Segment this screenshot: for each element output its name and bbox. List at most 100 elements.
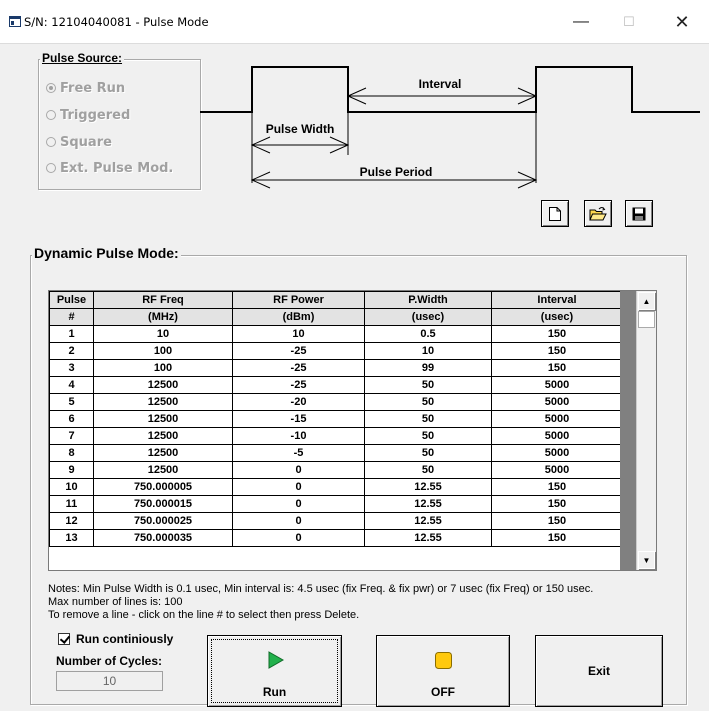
cell-p-width[interactable]: 50: [364, 461, 492, 479]
radio-square[interactable]: Square: [46, 135, 112, 150]
cell-interval[interactable]: 150: [491, 359, 623, 377]
cell-interval[interactable]: 150: [491, 342, 623, 360]
run-label: Run: [262, 685, 287, 699]
pulse-table[interactable]: Pulse RF Freq RF Power P.Width Interval …: [48, 290, 657, 571]
cell-p-width[interactable]: 50: [364, 444, 492, 462]
cell-interval[interactable]: 5000: [491, 376, 623, 394]
cell-rf-power[interactable]: -25: [232, 376, 365, 394]
grid-empty-area: [620, 291, 636, 570]
cell-rf-power[interactable]: -5: [232, 444, 365, 462]
cell-p-width[interactable]: 50: [364, 376, 492, 394]
cell-pulse-number[interactable]: 1: [49, 325, 94, 343]
cell-rf-power[interactable]: 0: [232, 495, 365, 513]
cell-interval[interactable]: 5000: [491, 393, 623, 411]
cell-interval[interactable]: 5000: [491, 410, 623, 428]
table-row[interactable]: 8 12500 -5 50 5000: [49, 444, 623, 462]
cell-rf-freq[interactable]: 750.000025: [93, 512, 233, 530]
vertical-scrollbar[interactable]: ▲ ▼: [636, 291, 656, 570]
table-row[interactable]: 9 12500 0 50 5000: [49, 461, 623, 479]
radio-free-run[interactable]: Free Run: [46, 81, 125, 96]
cell-rf-freq[interactable]: 12500: [93, 427, 233, 445]
scroll-thumb[interactable]: [638, 311, 655, 328]
table-row[interactable]: 2 100 -25 10 150: [49, 342, 623, 360]
cell-rf-freq[interactable]: 12500: [93, 376, 233, 394]
cell-pulse-number[interactable]: 10: [49, 478, 94, 496]
cell-pulse-number[interactable]: 9: [49, 461, 94, 479]
cell-rf-power[interactable]: -25: [232, 359, 365, 377]
cell-interval[interactable]: 150: [491, 512, 623, 530]
cell-rf-freq[interactable]: 12500: [93, 461, 233, 479]
cell-pulse-number[interactable]: 7: [49, 427, 94, 445]
table-row[interactable]: 7 12500 -10 50 5000: [49, 427, 623, 445]
open-file-button[interactable]: [584, 200, 612, 227]
cell-rf-power[interactable]: -20: [232, 393, 365, 411]
cell-rf-power[interactable]: 0: [232, 478, 365, 496]
cell-p-width[interactable]: 12.55: [364, 529, 492, 547]
cell-pulse-number[interactable]: 6: [49, 410, 94, 428]
cell-p-width[interactable]: 50: [364, 393, 492, 411]
off-button[interactable]: OFF: [376, 635, 510, 707]
cell-pulse-number[interactable]: 2: [49, 342, 94, 360]
cell-p-width[interactable]: 10: [364, 342, 492, 360]
cell-p-width[interactable]: 50: [364, 410, 492, 428]
table-row[interactable]: 6 12500 -15 50 5000: [49, 410, 623, 428]
cell-rf-freq[interactable]: 750.000015: [93, 495, 233, 513]
cell-p-width[interactable]: 99: [364, 359, 492, 377]
cell-rf-freq[interactable]: 100: [93, 342, 233, 360]
cell-rf-freq[interactable]: 12500: [93, 444, 233, 462]
scroll-down-arrow-icon[interactable]: ▼: [638, 551, 655, 569]
cell-rf-power[interactable]: -25: [232, 342, 365, 360]
cell-interval[interactable]: 150: [491, 529, 623, 547]
cell-interval[interactable]: 5000: [491, 427, 623, 445]
cell-rf-power[interactable]: -10: [232, 427, 365, 445]
cell-rf-freq[interactable]: 12500: [93, 393, 233, 411]
cell-interval[interactable]: 150: [491, 325, 623, 343]
cell-pulse-number[interactable]: 4: [49, 376, 94, 394]
cell-rf-freq[interactable]: 10: [93, 325, 233, 343]
minimize-button[interactable]: —: [558, 0, 604, 44]
cell-pulse-number[interactable]: 5: [49, 393, 94, 411]
cell-pulse-number[interactable]: 11: [49, 495, 94, 513]
cell-pulse-number[interactable]: 13: [49, 529, 94, 547]
cell-interval[interactable]: 150: [491, 495, 623, 513]
table-row[interactable]: 13 750.000035 0 12.55 150: [49, 529, 623, 547]
table-row[interactable]: 3 100 -25 99 150: [49, 359, 623, 377]
run-continuously-checkbox[interactable]: Run continiously: [58, 632, 173, 646]
cell-pulse-number[interactable]: 8: [49, 444, 94, 462]
table-row[interactable]: 11 750.000015 0 12.55 150: [49, 495, 623, 513]
cell-rf-power[interactable]: 0: [232, 512, 365, 530]
new-file-button[interactable]: [541, 200, 569, 227]
cell-rf-power[interactable]: -15: [232, 410, 365, 428]
cell-rf-power[interactable]: 0: [232, 529, 365, 547]
maximize-button[interactable]: ☐: [606, 0, 652, 44]
table-row[interactable]: 12 750.000025 0 12.55 150: [49, 512, 623, 530]
cell-rf-freq[interactable]: 100: [93, 359, 233, 377]
save-file-button[interactable]: [625, 200, 653, 227]
cell-interval[interactable]: 5000: [491, 444, 623, 462]
cell-rf-freq[interactable]: 750.000035: [93, 529, 233, 547]
cell-interval[interactable]: 150: [491, 478, 623, 496]
cell-interval[interactable]: 5000: [491, 461, 623, 479]
cell-p-width[interactable]: 12.55: [364, 512, 492, 530]
radio-triggered[interactable]: Triggered: [46, 108, 130, 123]
cell-p-width[interactable]: 12.55: [364, 478, 492, 496]
table-row[interactable]: 5 12500 -20 50 5000: [49, 393, 623, 411]
cell-rf-freq[interactable]: 750.000005: [93, 478, 233, 496]
cell-p-width[interactable]: 50: [364, 427, 492, 445]
cell-pulse-number[interactable]: 12: [49, 512, 94, 530]
table-row[interactable]: 10 750.000005 0 12.55 150: [49, 478, 623, 496]
exit-button[interactable]: Exit: [535, 635, 663, 707]
cell-p-width[interactable]: 12.55: [364, 495, 492, 513]
close-button[interactable]: ✕: [659, 0, 705, 44]
cell-rf-freq[interactable]: 12500: [93, 410, 233, 428]
table-row[interactable]: 4 12500 -25 50 5000: [49, 376, 623, 394]
cell-pulse-number[interactable]: 3: [49, 359, 94, 377]
radio-ext-pulse-mod[interactable]: Ext. Pulse Mod.: [46, 161, 173, 176]
cell-p-width[interactable]: 0.5: [364, 325, 492, 343]
cell-rf-power[interactable]: 10: [232, 325, 365, 343]
scroll-up-arrow-icon[interactable]: ▲: [638, 292, 655, 310]
cycles-input[interactable]: [56, 671, 163, 691]
run-button[interactable]: Run: [207, 635, 342, 707]
cell-rf-power[interactable]: 0: [232, 461, 365, 479]
table-row[interactable]: 1 10 10 0.5 150: [49, 325, 623, 343]
